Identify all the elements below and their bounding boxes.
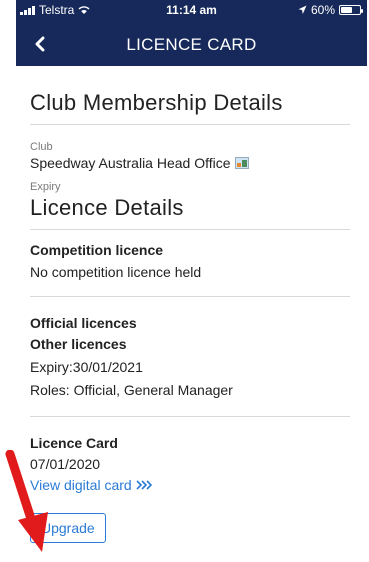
divider	[30, 296, 350, 297]
club-logo-icon	[234, 157, 249, 169]
other-licences-expiry: Expiry:30/01/2021	[30, 359, 143, 375]
main-content: Club Membership Details Club Speedway Au…	[30, 90, 350, 543]
club-section-heading: Club Membership Details	[30, 90, 283, 115]
battery-percent: 60%	[310, 3, 335, 17]
competition-licence-value: No competition licence held	[30, 264, 202, 280]
page-title: LICENCE CARD	[126, 35, 257, 54]
club-value: Speedway Australia Head Office	[30, 155, 231, 171]
licence-card-date: 07/01/2020	[30, 456, 101, 472]
competition-licence-title: Competition licence	[30, 242, 164, 258]
annotation-arrow-icon	[5, 450, 48, 552]
double-chevron-right-icon	[136, 480, 152, 490]
licence-section-heading: Licence Details	[30, 195, 184, 220]
view-digital-card-link[interactable]: View digital card	[30, 477, 350, 493]
button-row: Upgrade	[30, 513, 350, 543]
divider	[30, 229, 350, 230]
divider	[30, 124, 350, 125]
club-label: Club	[30, 141, 53, 153]
app-screen: Telstra 11:14 am 60% LICENCE CARD Club M…	[16, 0, 367, 562]
other-licences-title: Other licences	[30, 336, 127, 352]
status-right: 60%	[298, 3, 363, 17]
other-licences-roles: Roles: Official, General Manager	[30, 382, 233, 398]
top-bar: Telstra 11:14 am 60% LICENCE CARD	[16, 0, 367, 66]
nav-bar: LICENCE CARD	[16, 24, 367, 64]
location-arrow-icon	[298, 5, 307, 14]
divider	[30, 416, 350, 417]
club-row: Speedway Australia Head Office	[30, 155, 350, 171]
battery-icon	[339, 5, 363, 15]
licence-card-title: Licence Card	[30, 435, 118, 451]
expiry-label: Expiry	[30, 181, 61, 193]
official-licences-title: Official licences	[30, 315, 137, 331]
status-bar: Telstra 11:14 am 60%	[16, 0, 367, 20]
